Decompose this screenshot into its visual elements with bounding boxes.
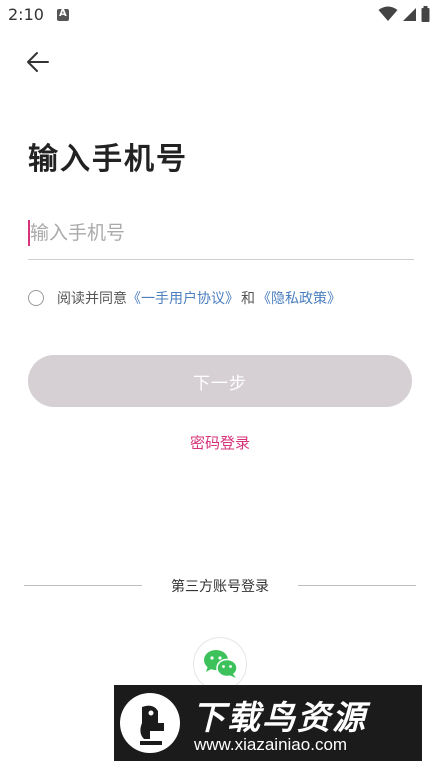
divider-line-right [298,585,416,586]
privacy-policy-link[interactable]: 《隐私政策》 [257,288,341,308]
notification-a-icon [57,8,69,21]
wechat-login-button[interactable] [193,637,247,691]
back-button[interactable] [22,46,54,78]
status-icons [378,6,430,22]
arrow-left-icon [27,52,49,72]
wechat-icon [204,650,238,678]
agreement-conjunction: 和 [241,291,255,307]
bird-logo-icon [120,693,180,753]
third-party-divider: 第三方账号登录 [24,575,416,597]
cell-signal-icon [403,8,416,21]
phone-input[interactable] [30,216,410,250]
login-screen: 2:10 输入手机号 阅读并同意 《一手用户协议》 和 《隐私政策》 [0,0,440,770]
watermark-title: 下载鸟资源 [192,698,367,737]
wifi-icon [378,6,398,21]
battery-icon [421,6,430,22]
agreement-checkbox[interactable] [28,290,44,306]
status-bar: 2:10 [0,0,440,30]
password-login-link[interactable]: 密码登录 [0,432,440,453]
agreement-row: 阅读并同意 《一手用户协议》 和 《隐私政策》 [28,288,341,308]
phone-field [28,212,414,260]
user-agreement-link[interactable]: 《一手用户协议》 [127,288,239,308]
watermark-banner: 下载鸟资源 www.xiazainiao.com [114,685,422,761]
third-party-label: 第三方账号登录 [171,579,269,595]
page-title: 输入手机号 [28,142,188,177]
status-time: 2:10 [8,5,44,24]
agreement-prefix: 阅读并同意 [57,291,127,307]
next-button[interactable]: 下一步 [28,355,412,407]
watermark-url: www.xiazainiao.com [194,735,348,754]
